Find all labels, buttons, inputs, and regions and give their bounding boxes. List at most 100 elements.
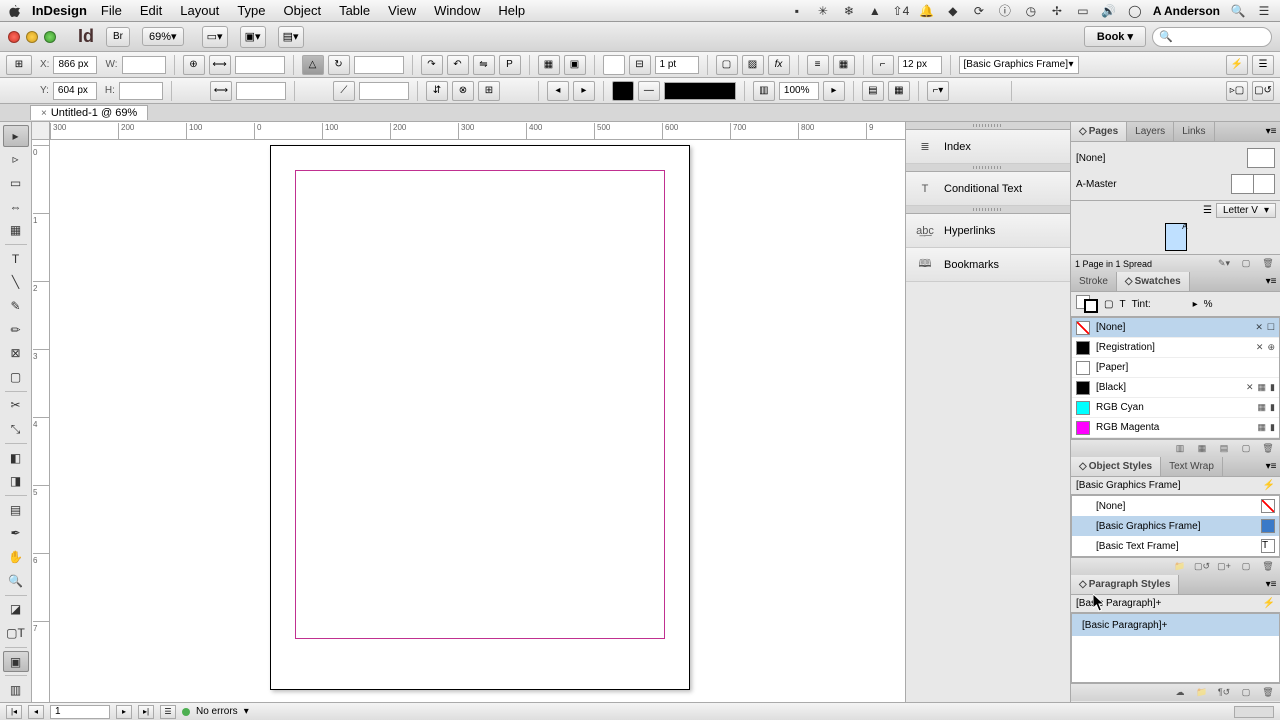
cc-lib-icon[interactable]: ☁ — [1172, 686, 1188, 700]
close-tab-icon[interactable]: × — [41, 108, 47, 119]
container-format-icon[interactable]: ▢ — [1104, 299, 1113, 310]
stroke-swatch[interactable] — [612, 81, 634, 101]
gap-tool[interactable]: ⇔ — [3, 196, 29, 218]
tray-circle-icon[interactable]: ⟳ — [971, 3, 987, 19]
apple-icon[interactable] — [8, 4, 24, 18]
pages-master[interactable]: A-Master — [1076, 179, 1117, 190]
bridge-button[interactable]: Br — [106, 27, 130, 47]
screen-mode-tool[interactable]: ▥ — [3, 679, 29, 701]
tray-dropbox-icon[interactable]: ◆ — [945, 3, 961, 19]
tray-crosshair-icon[interactable]: ✢ — [1049, 3, 1065, 19]
tab-paragraph-styles[interactable]: ◇Paragraph Styles — [1071, 575, 1179, 594]
flip-v[interactable]: ⇵ — [426, 81, 448, 101]
select-next[interactable]: ▸ — [573, 81, 595, 101]
rectangle-tool[interactable]: ▢ — [3, 366, 29, 388]
align-selection[interactable]: ⊞ — [478, 81, 500, 101]
menu-edit[interactable]: Edit — [140, 3, 162, 18]
open-preflight-button[interactable]: ☰ — [160, 705, 176, 719]
panel-gripper[interactable] — [906, 122, 1070, 130]
close-button[interactable] — [8, 31, 20, 43]
preflight-dropdown[interactable]: ▾ — [244, 706, 249, 717]
quick-apply[interactable]: ⚡ — [1226, 55, 1248, 75]
tray-bell-icon[interactable]: 🔔 — [919, 3, 935, 19]
document-tab[interactable]: × Untitled-1 @ 69% — [30, 105, 148, 120]
clear-override-icon[interactable]: ¶↺ — [1216, 686, 1232, 700]
type-tool[interactable]: T — [3, 248, 29, 270]
page-field[interactable]: 1 — [50, 705, 110, 719]
stroke-style[interactable] — [664, 82, 736, 100]
tab-swatches[interactable]: ◇Swatches — [1117, 272, 1190, 291]
tray-sync-icon[interactable]: ✳ — [815, 3, 831, 19]
free-transform-tool[interactable]: ⤡ — [3, 418, 29, 440]
swatch-none[interactable]: [None]✕☐ — [1072, 318, 1279, 338]
shear-icon[interactable]: ⟋ — [333, 81, 355, 101]
new-swatch-icon[interactable]: ▢ — [1238, 442, 1254, 456]
wrap-none[interactable]: ≡ — [807, 55, 829, 75]
prev-page-button[interactable]: ◂ — [28, 705, 44, 719]
tray-volume-icon[interactable]: 🔊 — [1101, 3, 1117, 19]
fx-button-2[interactable]: ▨ — [742, 55, 764, 75]
scale-y-field[interactable] — [236, 82, 286, 100]
wrap-bound[interactable]: ▦ — [833, 55, 855, 75]
eyedropper-tool[interactable]: ✒ — [3, 523, 29, 545]
menu-table[interactable]: Table — [339, 3, 370, 18]
clear-transform[interactable]: ⊗ — [452, 81, 474, 101]
tab-pages[interactable]: ◇Pages — [1071, 122, 1127, 141]
object-style-text[interactable]: [Basic Text Frame]T — [1072, 536, 1279, 556]
scissors-tool[interactable]: ✂ — [3, 395, 29, 417]
panel-conditional-text[interactable]: T Conditional Text — [906, 172, 1070, 206]
screen-mode-button[interactable]: ▣▾ — [240, 26, 266, 48]
view-options-button[interactable]: ▭▾ — [202, 26, 228, 48]
para-style-basic[interactable]: [Basic Paragraph]+ — [1072, 614, 1279, 636]
tray-power-icon[interactable]: ◯ — [1127, 3, 1143, 19]
wrap-jump[interactable]: ▦ — [888, 81, 910, 101]
zoom-button[interactable] — [44, 31, 56, 43]
workspace-switcher[interactable]: Book ▾ — [1084, 26, 1146, 47]
stroke-weight[interactable]: 1 pt — [655, 56, 699, 74]
menu-file[interactable]: File — [101, 3, 122, 18]
fx-button-3[interactable]: fx — [768, 55, 790, 75]
new-page-icon[interactable]: ▢ — [1238, 257, 1254, 271]
pages-thumbnails[interactable]: ▾ A — [1071, 220, 1280, 254]
menu-window[interactable]: Window — [434, 3, 480, 18]
delete-style-icon[interactable]: 🗑 — [1260, 560, 1276, 574]
quick-apply-icon[interactable]: ⚡ — [1263, 480, 1275, 491]
panel-bookmarks[interactable]: 🕮 Bookmarks — [906, 248, 1070, 282]
tray-clock-icon[interactable]: ◷ — [1023, 3, 1039, 19]
delete-page-icon[interactable]: 🗑 — [1260, 257, 1276, 271]
tab-layers[interactable]: Layers — [1127, 122, 1174, 141]
tab-text-wrap[interactable]: Text Wrap — [1161, 457, 1223, 476]
panel-gripper[interactable] — [906, 164, 1070, 172]
panel-gripper[interactable] — [906, 206, 1070, 214]
pages-none[interactable]: [None] — [1076, 153, 1105, 164]
panel-menu-icon[interactable]: ▾≡ — [1262, 457, 1280, 476]
groups-icon[interactable]: 📁 — [1194, 686, 1210, 700]
tray-eject-icon[interactable]: ▲ — [867, 3, 883, 19]
preset-select[interactable]: Letter V▾ — [1216, 203, 1276, 218]
quick-apply-icon[interactable]: ⚡ — [1263, 598, 1275, 609]
format-container[interactable]: ▢T — [3, 622, 29, 644]
wrap-shape[interactable]: ▤ — [862, 81, 884, 101]
swatch-magenta[interactable]: RGB Magenta▦▮ — [1072, 418, 1279, 438]
tab-stroke[interactable]: Stroke — [1071, 272, 1117, 291]
content-collector-tool[interactable]: ▦ — [3, 219, 29, 241]
canvas[interactable] — [50, 140, 905, 702]
swatch-view-icon[interactable]: ▥ — [1172, 442, 1188, 456]
rotate-field[interactable]: ↻ — [328, 55, 350, 75]
select-content[interactable]: ▦ — [538, 55, 560, 75]
y-field[interactable]: 604 px — [53, 82, 97, 100]
new-style-icon[interactable]: ▢ — [1238, 686, 1254, 700]
ruler-horizontal[interactable]: 300 200 100 0 100 200 300 400 500 600 70… — [50, 122, 905, 140]
corner-size[interactable]: 12 px — [898, 56, 942, 74]
object-style-graphics[interactable]: [Basic Graphics Frame] — [1072, 516, 1279, 536]
next-page-button[interactable]: ▸ — [116, 705, 132, 719]
tray-notifications-icon[interactable]: ☰ — [1256, 3, 1272, 19]
p-icon[interactable]: P — [499, 55, 521, 75]
h-field[interactable] — [119, 82, 163, 100]
scale-x-field[interactable] — [235, 56, 285, 74]
first-page-button[interactable]: |◂ — [6, 705, 22, 719]
constrain-icon[interactable]: ⊕ — [183, 55, 205, 75]
zoom-tool[interactable]: 🔍 — [3, 570, 29, 592]
pen-tool[interactable]: ✎ — [3, 295, 29, 317]
gradient-swatch-tool[interactable]: ◧ — [3, 447, 29, 469]
